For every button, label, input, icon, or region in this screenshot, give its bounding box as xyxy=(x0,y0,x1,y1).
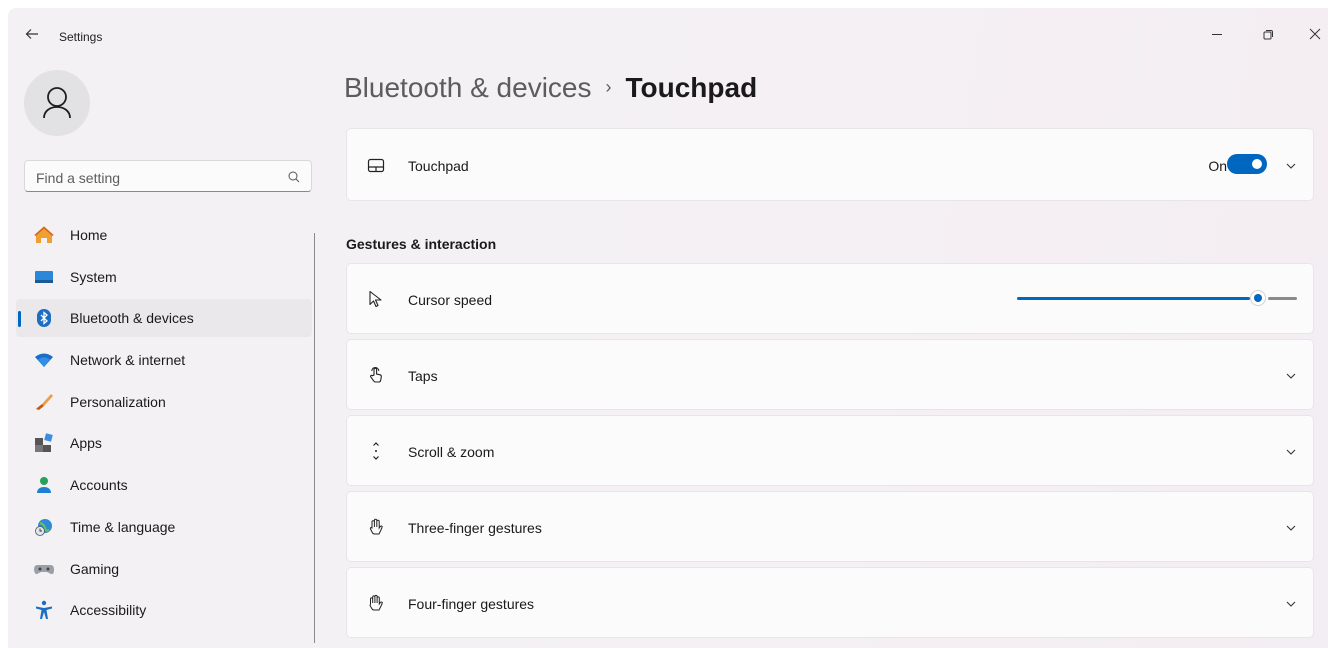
minimize-icon xyxy=(1212,34,1222,35)
slider-thumb[interactable] xyxy=(1250,290,1266,306)
title-bar: Settings xyxy=(8,8,1328,64)
sidebar-item-label: Gaming xyxy=(70,560,120,577)
person-icon xyxy=(43,87,71,119)
system-icon xyxy=(35,270,53,283)
sidebar-item-label: Personalization xyxy=(70,393,166,410)
scroll-icon xyxy=(373,442,379,460)
restore-icon xyxy=(1263,30,1273,40)
breadcrumb-separator: › xyxy=(605,77,612,97)
four-finger-icon xyxy=(369,594,383,611)
sidebar-item-label: Network & internet xyxy=(70,352,186,369)
sidebar-item-accounts[interactable]: Accounts xyxy=(16,466,312,504)
scroll-zoom-card[interactable]: Scroll & zoom xyxy=(346,415,1314,486)
apps-icon xyxy=(35,433,53,453)
app-title: Settings xyxy=(59,30,103,44)
cursor-speed-card: Cursor speed xyxy=(346,263,1314,334)
sidebar-item-label: System xyxy=(70,268,117,285)
gamepad-icon xyxy=(34,564,54,574)
three-finger-icon xyxy=(369,518,383,535)
sidebar-item-label: Time & language xyxy=(70,518,176,535)
sidebar-item-label: Home xyxy=(70,227,108,243)
setting-label: Taps xyxy=(408,368,438,384)
sidebar-item-label: Apps xyxy=(70,435,102,452)
cursor-icon xyxy=(369,290,382,308)
toggle-knob xyxy=(1252,159,1262,169)
cursor-speed-slider[interactable] xyxy=(1017,290,1297,306)
touchpad-label: Touchpad xyxy=(408,158,469,174)
slider-track xyxy=(1268,297,1297,300)
home-icon xyxy=(34,226,54,243)
setting-label: Three-finger gestures xyxy=(408,520,542,536)
sidebar-divider xyxy=(314,233,315,643)
touchpad-card[interactable]: Touchpad On xyxy=(346,128,1314,201)
wifi-icon xyxy=(35,353,53,368)
search-input[interactable]: Find a setting xyxy=(36,170,120,186)
person-icon xyxy=(37,477,51,494)
sidebar-item-time-language[interactable]: Time & language xyxy=(16,508,312,546)
bluetooth-icon xyxy=(37,309,51,328)
setting-label: Scroll & zoom xyxy=(408,444,495,460)
sidebar-item-personalization[interactable]: Personalization xyxy=(16,383,312,421)
touchpad-icon xyxy=(367,158,385,173)
close-icon xyxy=(1309,28,1321,40)
back-button[interactable] xyxy=(22,26,42,46)
sidebar-item-network[interactable]: Network & internet xyxy=(16,341,312,379)
three-finger-card[interactable]: Three-finger gestures xyxy=(346,491,1314,562)
section-title: Gestures & interaction xyxy=(346,236,497,252)
sidebar-item-label: Accessibility xyxy=(70,602,147,619)
chevron-down-icon[interactable] xyxy=(1285,446,1297,458)
search-box[interactable]: Find a setting xyxy=(24,160,312,192)
sidebar-item-label: Accounts xyxy=(70,477,128,494)
chevron-down-icon[interactable] xyxy=(1285,370,1297,382)
breadcrumb-parent[interactable]: Bluetooth & devices xyxy=(344,72,592,103)
accessibility-icon xyxy=(36,600,52,620)
chevron-down-icon[interactable] xyxy=(1285,522,1297,534)
setting-label: Four-finger gestures xyxy=(408,596,535,612)
taps-card[interactable]: Taps xyxy=(346,339,1314,410)
cursor-speed-label: Cursor speed xyxy=(408,292,493,308)
chevron-down-icon[interactable] xyxy=(1285,598,1297,610)
search-icon[interactable] xyxy=(287,170,301,184)
four-finger-card[interactable]: Four-finger gestures xyxy=(346,567,1314,638)
tap-icon xyxy=(370,367,382,383)
close-button[interactable] xyxy=(1303,22,1327,46)
globe-clock-icon xyxy=(35,518,52,536)
selection-indicator xyxy=(18,311,21,328)
sidebar-item-label: Bluetooth & devices xyxy=(70,310,194,327)
touchpad-toggle[interactable] xyxy=(1227,154,1267,174)
settings-window: Settings Find a setting Home System Blue… xyxy=(8,8,1328,648)
toggle-state-text: On xyxy=(1208,158,1227,174)
slider-fill xyxy=(1017,297,1250,300)
minimize-button[interactable] xyxy=(1205,22,1229,46)
avatar[interactable] xyxy=(24,70,90,136)
sidebar-item-gaming[interactable]: Gaming xyxy=(16,550,312,588)
sidebar-item-bluetooth[interactable]: Bluetooth & devices xyxy=(16,299,312,338)
chevron-down-icon[interactable] xyxy=(1285,160,1297,172)
sidebar-nav: Home System Bluetooth & devices Network … xyxy=(16,216,312,633)
sidebar-item-system[interactable]: System xyxy=(16,258,312,296)
arrow-left-icon xyxy=(25,29,38,39)
brush-icon xyxy=(36,393,53,410)
sidebar-item-accessibility[interactable]: Accessibility xyxy=(16,591,312,629)
sidebar-item-home[interactable]: Home xyxy=(16,216,312,254)
page-title: Touchpad xyxy=(625,72,758,103)
breadcrumb: Bluetooth & devices › Touchpad xyxy=(344,72,757,104)
sidebar-item-apps[interactable]: Apps xyxy=(16,424,312,462)
restore-button[interactable] xyxy=(1256,22,1280,46)
